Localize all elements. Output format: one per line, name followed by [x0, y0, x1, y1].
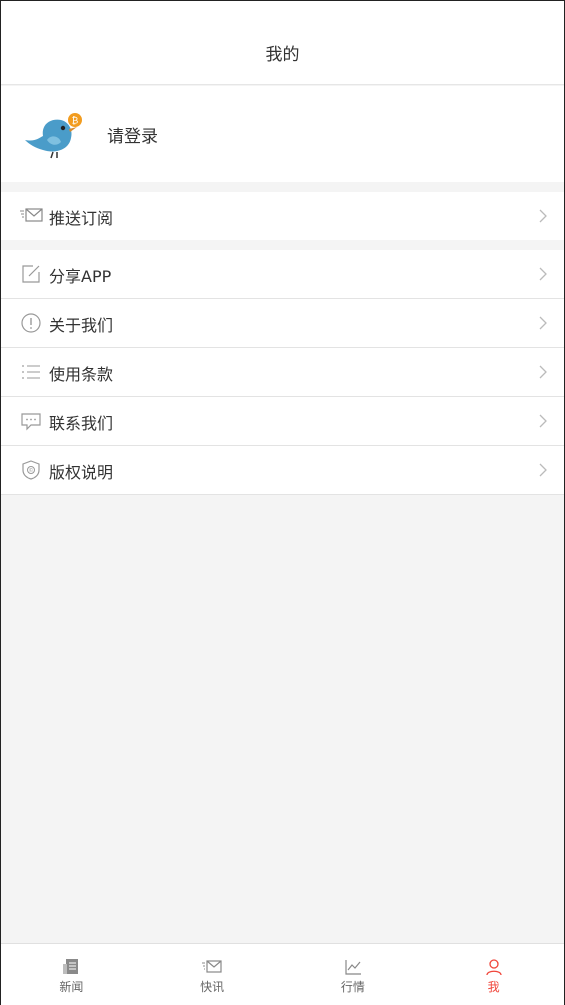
share-icon [22, 265, 40, 283]
chevron-right-icon [539, 414, 547, 428]
info-icon [21, 313, 41, 333]
envelope-icon [20, 208, 43, 222]
tab-bar: 新闻 快讯 行情 我 [1, 943, 564, 1005]
tab-news[interactable]: 新闻 [1, 944, 142, 1005]
shield-icon: © [22, 460, 40, 480]
menu-item-copyright[interactable]: © 版权说明 [1, 446, 564, 494]
bird-avatar-icon: ₿ [25, 113, 82, 159]
chat-icon [21, 413, 41, 431]
login-prompt[interactable]: 请登录 [107, 122, 158, 147]
chevron-right-icon [539, 267, 547, 281]
menu-item-push[interactable]: 推送订阅 [1, 192, 564, 240]
nav-header: 我的 [1, 1, 564, 85]
svg-text:₿: ₿ [72, 116, 79, 127]
tab-flash[interactable]: 快讯 [142, 944, 283, 1005]
list-icon [22, 365, 40, 379]
person-icon [485, 959, 502, 976]
news-icon [63, 959, 79, 974]
menu-label-copyright: 版权说明 [49, 463, 114, 482]
screen: 我的 ₿ 请登录 推送订阅 分享APP 关于我们 使用条款 联系我们 © 版权说… [0, 0, 565, 1005]
chevron-right-icon [539, 209, 547, 223]
chevron-right-icon [539, 365, 547, 379]
envelope-icon [202, 960, 222, 973]
menu-label-share: 分享APP [49, 267, 112, 286]
menu-label-contact: 联系我们 [49, 414, 114, 433]
profile-card[interactable]: ₿ 请登录 [1, 86, 564, 182]
menu-label-push: 推送订阅 [49, 209, 114, 228]
chevron-right-icon [539, 463, 547, 477]
chart-icon [345, 960, 361, 975]
menu-label-terms: 使用条款 [49, 365, 114, 384]
page-title: 我的 [265, 45, 300, 65]
menu-item-share[interactable]: 分享APP [1, 250, 564, 298]
chevron-right-icon [539, 316, 547, 330]
svg-text:©: © [29, 467, 34, 474]
menu-item-terms[interactable]: 使用条款 [1, 348, 564, 396]
tab-market[interactable]: 行情 [283, 944, 424, 1005]
tab-me[interactable]: 我 [423, 944, 564, 1005]
divider [1, 494, 564, 495]
menu-item-about[interactable]: 关于我们 [1, 299, 564, 347]
tab-label-market: 行情 [340, 980, 365, 994]
tab-label-news: 新闻 [59, 980, 84, 994]
tab-label-flash: 快讯 [200, 980, 225, 994]
menu-item-contact[interactable]: 联系我们 [1, 397, 564, 445]
tab-label-me: 我 [487, 980, 500, 994]
menu-label-about: 关于我们 [49, 316, 114, 335]
